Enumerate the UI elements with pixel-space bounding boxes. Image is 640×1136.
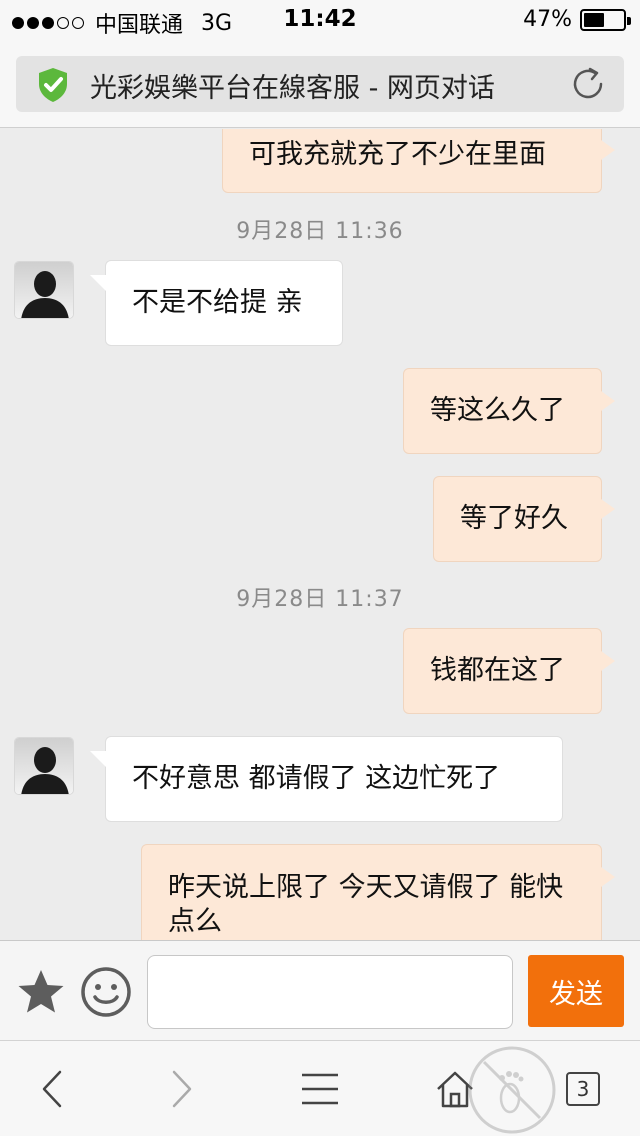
message-text: 钱都在这了 xyxy=(430,655,565,686)
message-bubble-sent: 等了好久 xyxy=(433,476,615,562)
message-composer: 发送 xyxy=(0,940,640,1040)
message-text: 不是不给提 亲 xyxy=(132,287,303,318)
battery-fill xyxy=(584,12,604,27)
avatar xyxy=(14,261,74,319)
message-bubble-sent: 钱都在这了 xyxy=(403,628,615,714)
refresh-icon[interactable] xyxy=(568,64,608,104)
message-bubble-sent: 等这么久了 xyxy=(403,368,615,454)
message-text: 可我充就充了不少在里面 xyxy=(249,139,546,170)
message-bubble-sent: 昨天说上限了 今天又请假了 能快点么 xyxy=(141,844,615,940)
battery-percent: 47% xyxy=(523,7,572,32)
back-button[interactable] xyxy=(12,1041,92,1136)
message-text: 等了好久 xyxy=(460,503,568,534)
chevron-left-icon xyxy=(42,1070,62,1108)
battery-icon xyxy=(580,8,631,31)
chat-timestamp: 9月28日 11:36 xyxy=(236,219,404,244)
message-text: 等这么久了 xyxy=(430,395,565,426)
smile-icon[interactable] xyxy=(80,966,132,1018)
menu-icon xyxy=(302,1073,338,1105)
page-title: 光彩娛樂平台在線客服 - 网页对话 xyxy=(90,73,495,104)
message-text: 昨天说上限了 今天又请假了 能快点么 xyxy=(168,872,564,937)
avatar xyxy=(14,737,74,795)
message-bubble-received: 不是不给提 亲 xyxy=(90,260,343,346)
battery-tip xyxy=(627,16,631,25)
menu-button[interactable] xyxy=(280,1041,360,1136)
shield-check-icon xyxy=(39,68,67,102)
chat-log: 可我充就充了不少在里面 9月28日 11:36 不是不给提 亲 等这么久了 等了… xyxy=(0,129,640,940)
forward-button[interactable] xyxy=(142,1041,222,1136)
message-text: 不好意思 都请假了 这边忙死了 xyxy=(132,763,501,794)
tab-count-badge: 3 xyxy=(566,1072,600,1106)
chevron-right-icon xyxy=(172,1070,192,1108)
status-bar: 中国联通 3G 11:42 47% xyxy=(0,0,640,40)
person-silhouette-icon xyxy=(15,738,73,794)
watermark-logo xyxy=(468,1046,556,1134)
browser-toolbar: 光彩娛樂平台在線客服 - 网页对话 xyxy=(0,40,640,128)
person-silhouette-icon xyxy=(15,262,73,318)
message-bubble-sent: 可我充就充了不少在里面 xyxy=(222,129,615,193)
address-bar[interactable]: 光彩娛樂平台在線客服 - 网页对话 xyxy=(16,56,624,112)
message-input[interactable] xyxy=(147,955,513,1029)
star-icon[interactable] xyxy=(16,967,66,1017)
message-bubble-received: 不好意思 都请假了 这边忙死了 xyxy=(90,736,563,822)
chat-timestamp: 9月28日 11:37 xyxy=(236,587,404,612)
send-button[interactable]: 发送 xyxy=(528,955,624,1027)
battery-status: 47% xyxy=(523,7,631,32)
